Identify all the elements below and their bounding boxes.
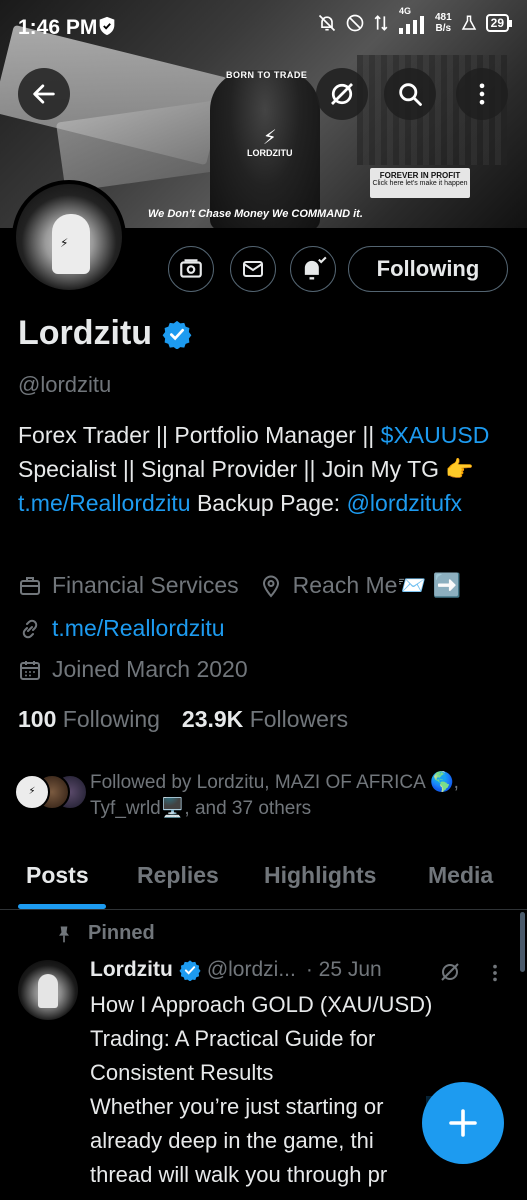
profile-joined-date: Joined March 2020 (52, 656, 248, 682)
pin-icon (59, 926, 69, 942)
compose-post-button[interactable] (422, 1082, 504, 1164)
active-tab-indicator (18, 904, 106, 909)
profile-tabs: Posts Replies Highlights Media (0, 840, 527, 910)
avatar-logo-icon: ⚡ (60, 236, 69, 250)
scrollbar[interactable] (520, 912, 525, 972)
flask-icon (461, 15, 476, 30)
mute-bell-icon (318, 14, 336, 32)
post-author-name[interactable]: Lordzitu (90, 958, 173, 982)
message-button[interactable] (230, 246, 276, 292)
arrow-left-icon (33, 84, 55, 104)
avatar-figure (52, 214, 90, 274)
followers-label: Followers (249, 706, 349, 732)
tab-replies[interactable]: Replies (137, 862, 219, 889)
briefcase-icon (20, 576, 40, 595)
notifications-button[interactable] (290, 246, 336, 292)
avatar-figure (38, 974, 58, 1008)
banner-forever-sub: Click here let's make it happen (372, 180, 468, 187)
net-speed: 481 B/s (435, 12, 452, 34)
grok-icon (441, 963, 459, 981)
profile-follow-counts: 100 Following 23.9K Followers (18, 706, 348, 733)
pinned-label-row: Pinned (54, 922, 155, 945)
status-bar: 1:46 PM 4G 481 B/s 29 (0, 0, 527, 56)
profile-name-row: Lordzitu (18, 314, 192, 353)
bell-check-icon (304, 256, 327, 280)
data-arrows-icon (374, 15, 388, 31)
tab-highlights[interactable]: Highlights (264, 862, 376, 889)
verified-badge-icon (179, 960, 201, 981)
signal-icon: 4G (397, 6, 427, 34)
verified-badge-icon[interactable] (162, 319, 192, 349)
plus-icon (449, 1109, 477, 1137)
followed-by-text: Followed by Lordzitu, MAZI OF AFRICA 🌎, … (90, 772, 459, 819)
tab-media[interactable]: Media (428, 862, 493, 889)
followed-by-section[interactable]: ⚡ Followed by Lordzitu, MAZI OF AFRICA 🌎… (14, 770, 510, 822)
network-type: 4G (398, 6, 411, 16)
envelope-icon (243, 261, 263, 277)
profile-location: Reach Me📨 ➡️ (292, 572, 462, 598)
post-author-handle: @lordzi... (206, 958, 296, 981)
avatar: ⚡ (14, 774, 50, 810)
following-count: 100 (18, 706, 57, 732)
banner-born-to-trade-text: BORN TO TRADE (226, 70, 308, 80)
followers-count: 23.9K (181, 706, 244, 732)
following-label: Following (62, 706, 160, 732)
more-options-button[interactable] (456, 68, 508, 120)
bio-backup-mention-link[interactable]: @lordzitufx (347, 490, 462, 516)
pinned-label: Pinned (88, 922, 155, 944)
banner-forever-in-profit-card: FOREVER IN PROFIT Click here let's make … (370, 168, 470, 198)
location-pin-icon (262, 575, 279, 598)
status-time: 1:46 PM (18, 16, 98, 39)
post-header: Lordzitu @lordzi... · 25 Jun (90, 958, 382, 982)
bio-telegram-link[interactable]: t.me/Reallordzitu (18, 490, 191, 516)
following-count-link[interactable]: 100 Following (18, 706, 160, 733)
status-icons: 4G 481 B/s 29 (317, 6, 513, 34)
tab-posts[interactable]: Posts (26, 862, 89, 889)
bio-text: Backup Page: (190, 490, 347, 516)
back-button[interactable] (18, 68, 70, 120)
banner-tagline: We Don't Chase Money We COMMAND it. (148, 208, 363, 220)
profile-website-link[interactable]: t.me/Reallordzitu (52, 615, 225, 642)
post-text-line: Trading: A Practical Guide for (90, 1026, 376, 1051)
post-text-line: thread will walk you through pr (90, 1162, 388, 1187)
bio-text: Forex Trader || Portfolio Manager || (18, 422, 381, 448)
profile-handle: @lordzitu (18, 372, 112, 397)
profile-meta-row: Financial Services Reach Me📨 ➡️ (18, 572, 461, 599)
profile-website-row: t.me/Reallordzitu (18, 615, 225, 642)
profile-bio: Forex Trader || Portfolio Manager || $XA… (18, 418, 518, 520)
banner-logo: ⚡ LORDZITU (247, 127, 293, 158)
banner-forever-title: FOREVER IN PROFIT (379, 171, 461, 180)
subscriptions-button[interactable] (168, 246, 214, 292)
dnd-icon (346, 14, 364, 32)
calendar-icon (20, 660, 40, 680)
money-icon (180, 259, 202, 278)
battery-indicator: 29 (485, 14, 513, 32)
profile-joined-row: Joined March 2020 (18, 656, 248, 683)
bio-cashtag-link[interactable]: $XAUUSD (381, 422, 490, 448)
more-vertical-icon (479, 83, 485, 105)
bio-text: Specialist || Signal Provider || Join My… (18, 456, 475, 482)
banner-logo-text: LORDZITU (247, 148, 293, 158)
followed-by-avatars: ⚡ (14, 770, 88, 810)
link-icon (22, 619, 38, 638)
grok-button[interactable] (316, 68, 368, 120)
grok-icon (331, 83, 353, 105)
net-speed-unit: B/s (435, 23, 452, 34)
shield-icon (96, 15, 118, 43)
search-icon (399, 83, 422, 106)
profile-name: Lordzitu (18, 314, 153, 352)
post-text-line: How I Approach GOLD (XAU/USD) (90, 992, 433, 1017)
post-date: · 25 Jun (305, 958, 382, 981)
followers-count-link[interactable]: 23.9K Followers (182, 706, 348, 733)
post-author-avatar[interactable] (18, 960, 78, 1020)
post-more-button[interactable] (484, 962, 506, 989)
post-grok-button[interactable] (438, 960, 462, 989)
net-speed-value: 481 (434, 12, 452, 23)
following-button[interactable]: Following (348, 246, 508, 292)
search-button[interactable] (384, 68, 436, 120)
more-vertical-icon (493, 964, 497, 982)
profile-category: Financial Services (52, 572, 239, 598)
profile-avatar[interactable]: ⚡ (12, 180, 126, 294)
